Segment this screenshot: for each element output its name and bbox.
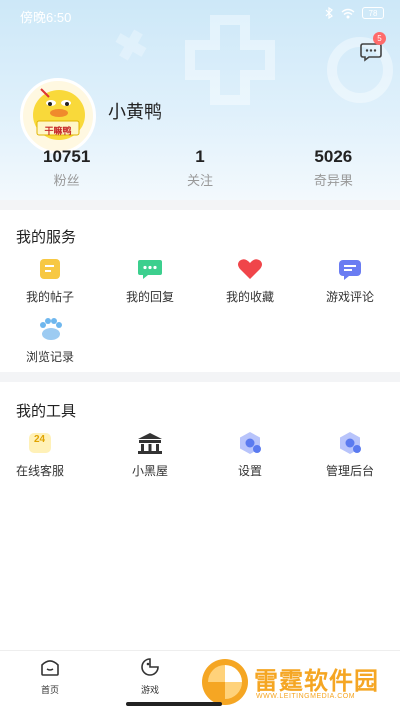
service-history[interactable]: 浏览记录 bbox=[0, 316, 100, 365]
watermark: 雷霆软件园 WWW.LEITINGMEDIA.COM bbox=[196, 655, 400, 711]
stat-value: 1 bbox=[195, 147, 205, 166]
bluetooth-icon bbox=[325, 7, 333, 19]
status-bar: 傍晚6:50 78 bbox=[0, 0, 400, 30]
watermark-text: 雷霆软件园 bbox=[254, 667, 379, 695]
section-divider bbox=[0, 200, 400, 210]
services-section: 我的服务 我的帖子 我的回复 我的收藏 游戏评论 浏览记录 bbox=[0, 210, 400, 370]
battery-level: 78 bbox=[368, 8, 378, 18]
tool-blackroom[interactable]: 小黑屋 bbox=[100, 430, 200, 479]
tools-section: 我的工具 24 在线客服 小黑屋 设置 管理后台 bbox=[0, 382, 400, 492]
battery-icon: 78 bbox=[362, 7, 384, 19]
comment-icon bbox=[339, 260, 361, 280]
post-icon bbox=[40, 259, 60, 279]
section-title: 我的工具 bbox=[16, 402, 77, 420]
section-divider bbox=[0, 372, 400, 382]
tab-label: 游戏 bbox=[140, 686, 159, 696]
avatar[interactable]: 干嘛鸭 bbox=[20, 78, 96, 154]
username: 小黄鸭 bbox=[108, 102, 162, 123]
reply-icon bbox=[138, 260, 162, 279]
settings-icon bbox=[240, 432, 261, 454]
tab-label: 首页 bbox=[40, 686, 59, 696]
service-my-posts[interactable]: 我的帖子 bbox=[0, 256, 100, 305]
service-label: 游戏评论 bbox=[325, 290, 374, 304]
profile-stats: 10751 粉丝 1 关注 5026 奇异果 bbox=[0, 146, 400, 194]
tool-label: 在线客服 bbox=[15, 464, 64, 478]
stat-label: 关注 bbox=[186, 174, 213, 189]
duck-avatar-icon bbox=[33, 88, 85, 140]
section-title: 我的服务 bbox=[16, 228, 77, 246]
status-time: 傍晚6:50 bbox=[20, 10, 72, 25]
avatar-caption: 干嘛鸭 bbox=[44, 127, 72, 137]
watermark-url: WWW.LEITINGMEDIA.COM bbox=[256, 693, 356, 700]
tool-admin[interactable]: 管理后台 bbox=[300, 430, 400, 479]
service-my-replies[interactable]: 我的回复 bbox=[100, 256, 200, 305]
service-my-favorites[interactable]: 我的收藏 bbox=[200, 256, 300, 305]
tool-online-support[interactable]: 24 在线客服 bbox=[0, 430, 90, 479]
service-game-reviews[interactable]: 游戏评论 bbox=[300, 256, 400, 305]
tool-settings[interactable]: 设置 bbox=[200, 430, 300, 479]
heart-icon bbox=[238, 259, 262, 279]
game-icon bbox=[141, 658, 159, 676]
24h-icon-text: 24 bbox=[34, 434, 46, 445]
service-label: 浏览记录 bbox=[25, 350, 74, 364]
wifi-icon bbox=[341, 8, 355, 18]
watermark-logo-icon bbox=[202, 659, 248, 705]
tool-label: 小黑屋 bbox=[131, 464, 168, 478]
home-indicator bbox=[126, 702, 222, 706]
stat-fans[interactable]: 10751 粉丝 bbox=[0, 146, 133, 194]
service-label: 我的回复 bbox=[125, 290, 174, 304]
stat-label: 奇异果 bbox=[313, 174, 353, 189]
message-count-badge: 5 bbox=[373, 32, 386, 45]
status-icons: 78 bbox=[324, 7, 384, 19]
tool-label: 管理后台 bbox=[325, 464, 374, 478]
stat-value: 10751 bbox=[43, 147, 91, 166]
tab-games[interactable]: 游戏 bbox=[120, 657, 180, 696]
house-icon bbox=[138, 433, 162, 454]
stat-label: 粉丝 bbox=[53, 174, 80, 189]
stat-value: 5026 bbox=[314, 147, 353, 166]
home-icon bbox=[41, 660, 59, 676]
paw-icon bbox=[40, 318, 62, 340]
chat-bubble-icon bbox=[360, 43, 382, 62]
service-label: 我的收藏 bbox=[225, 290, 274, 304]
stat-kiwi[interactable]: 5026 奇异果 bbox=[267, 146, 400, 194]
service-label: 我的帖子 bbox=[25, 290, 74, 304]
tab-home[interactable]: 首页 bbox=[20, 657, 80, 696]
tool-label: 设置 bbox=[237, 464, 262, 478]
stat-following[interactable]: 1 关注 bbox=[133, 146, 266, 194]
admin-icon bbox=[340, 432, 361, 454]
messages-button[interactable]: 5 bbox=[360, 32, 386, 62]
